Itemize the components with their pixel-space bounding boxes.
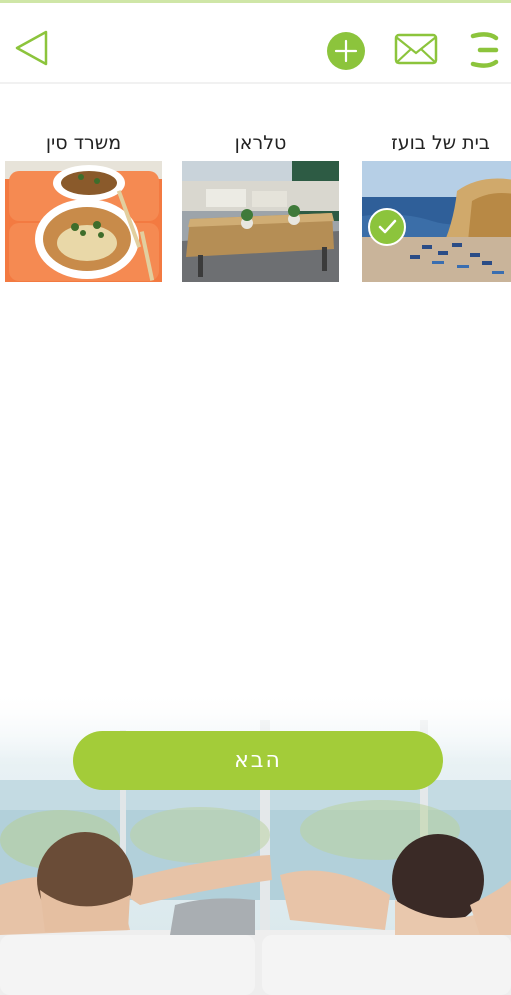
place-label: משרד סין <box>45 132 122 154</box>
place-label: טלראן <box>234 132 287 154</box>
place-image-room <box>182 161 339 282</box>
selected-check-icon <box>368 208 406 246</box>
place-card-china-office[interactable]: משרד סין <box>5 128 162 282</box>
places-list: בית של בועז טלראן משרד סין <box>0 128 511 288</box>
menu-icon[interactable] <box>468 30 502 70</box>
back-icon[interactable] <box>13 29 49 67</box>
place-card-talran[interactable]: טלראן <box>182 128 339 282</box>
next-button[interactable]: הבא <box>73 731 443 790</box>
mail-icon[interactable] <box>394 33 438 65</box>
place-label: בית של בועז <box>391 132 490 154</box>
top-bar <box>0 0 511 84</box>
add-icon[interactable] <box>326 31 366 71</box>
place-image-noodles <box>5 161 162 282</box>
place-card-boaz[interactable]: בית של בועז <box>362 128 511 282</box>
